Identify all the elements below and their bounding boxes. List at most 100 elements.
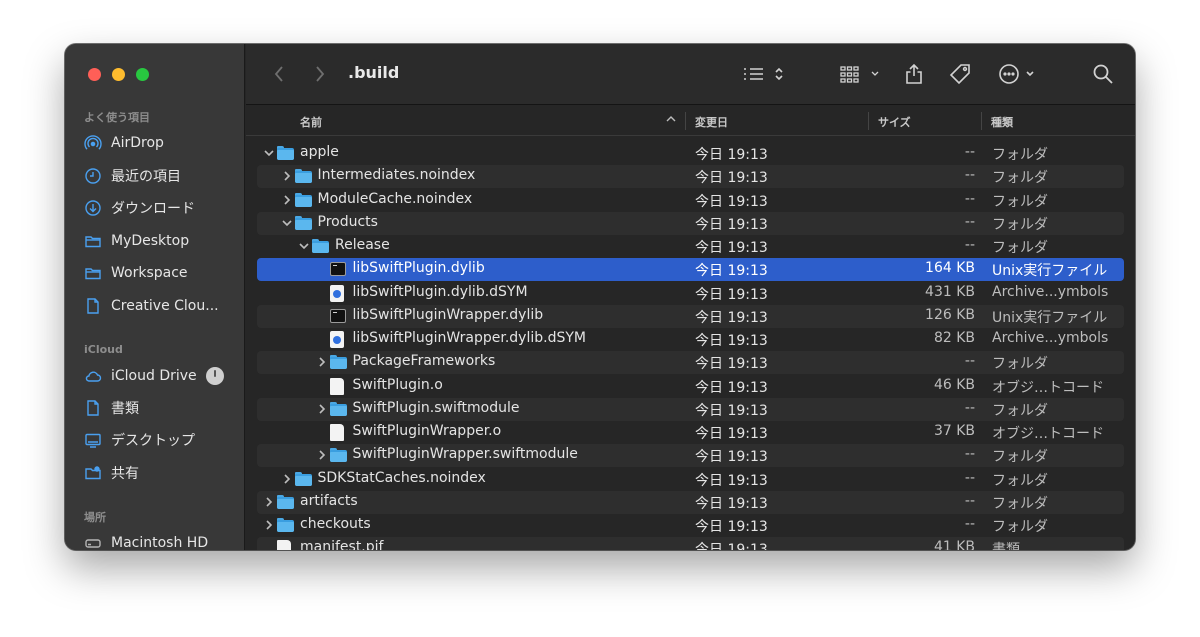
sidebar-item-shared[interactable]: 共有 — [84, 461, 236, 485]
sidebar-item-airdrop[interactable]: AirDrop — [84, 131, 236, 155]
table-row[interactable]: PackageFrameworks 今日 19:13 -- フォルダ — [257, 351, 1124, 374]
file-kind: フォルダ — [992, 217, 1048, 233]
table-row[interactable]: libSwiftPlugin.dylib.dSYM 今日 19:13 431 KB A… — [257, 282, 1124, 305]
file-name: SwiftPluginWrapper.o — [352, 423, 502, 439]
share-button[interactable] — [903, 60, 925, 88]
sidebar-item-downloads[interactable]: ダウンロード — [84, 196, 236, 220]
file-kind: オブジ…トコード — [992, 426, 1104, 442]
search-button[interactable] — [1091, 60, 1115, 88]
file-kind: Archive...ymbols — [992, 284, 1109, 300]
cloud-icon — [84, 367, 102, 385]
sidebar-item-label: MyDesktop — [111, 233, 190, 249]
table-row[interactable]: checkouts 今日 19:13 -- フォルダ — [257, 514, 1124, 537]
table-row[interactable]: ModuleCache.noindex 今日 19:13 -- フォルダ — [257, 189, 1124, 212]
file-name: SDKStatCaches.noindex — [317, 470, 486, 486]
file-name: ModuleCache.noindex — [317, 191, 473, 207]
sidebar-item-documents[interactable]: 書類 — [84, 396, 236, 420]
table-row[interactable]: manifest.pif 今日 19:13 41 KB 書類 — [257, 537, 1124, 550]
table-row[interactable]: SwiftPlugin.o 今日 19:13 46 KB オブジ…トコード — [257, 375, 1124, 398]
sidebar-item-label: デスクトップ — [111, 433, 195, 449]
file-name: SwiftPlugin.swiftmodule — [352, 400, 520, 416]
table-row[interactable]: artifacts 今日 19:13 -- フォルダ — [257, 491, 1124, 514]
file-kind: フォルダ — [992, 240, 1048, 256]
sidebar-item-icloud-drive[interactable]: iCloud Drive — [84, 364, 236, 388]
file-name: libSwiftPluginWrapper.dylib — [352, 307, 544, 323]
group-button[interactable] — [840, 60, 882, 88]
sidebar-item-mydesktop[interactable]: MyDesktop — [84, 229, 236, 253]
file-kind: フォルダ — [992, 170, 1048, 186]
column-name-header[interactable]: 名前 — [300, 114, 322, 130]
more-actions-button[interactable] — [998, 60, 1040, 88]
file-kind: Archive...ymbols — [992, 330, 1109, 346]
zoom-window-button[interactable] — [136, 68, 149, 81]
chevron-down-icon[interactable] — [281, 217, 293, 229]
sidebar-item-label: AirDrop — [111, 135, 164, 151]
sort-ascending-icon[interactable] — [666, 115, 676, 123]
file-name: artifacts — [300, 493, 358, 509]
close-window-button[interactable] — [88, 68, 101, 81]
chevron-right-icon[interactable] — [281, 170, 293, 182]
table-row[interactable]: Release 今日 19:13 -- フォルダ — [257, 235, 1124, 258]
chevron-down-icon[interactable] — [298, 240, 310, 252]
toolbar: .build — [246, 44, 1135, 105]
chevron-right-icon[interactable] — [316, 403, 328, 415]
column-divider[interactable] — [868, 112, 869, 130]
chevron-down-icon[interactable] — [263, 147, 275, 159]
file-size: -- — [964, 446, 975, 462]
shared-folder-icon — [84, 464, 102, 482]
column-kind-header[interactable]: 種類 — [991, 114, 1013, 130]
view-mode-button[interactable] — [743, 60, 787, 88]
sidebar-item-creative-cloud[interactable]: Creative Clou... — [84, 294, 236, 318]
sidebar-item-macintosh-hd[interactable]: Macintosh HD — [84, 531, 236, 550]
file-date: 今日 19:13 — [695, 194, 768, 210]
folder-icon — [277, 518, 294, 532]
column-size-header[interactable]: サイズ — [878, 114, 911, 130]
table-row[interactable]: Products 今日 19:13 -- フォルダ — [257, 212, 1124, 235]
chevron-right-icon[interactable] — [263, 519, 275, 531]
dsym-icon — [329, 285, 344, 302]
file-kind: オブジ…トコード — [992, 380, 1104, 396]
minimize-window-button[interactable] — [112, 68, 125, 81]
file-name: apple — [300, 144, 339, 160]
sidebar-item-recents[interactable]: 最近の項目 — [84, 164, 236, 188]
file-size: -- — [964, 167, 975, 183]
back-button[interactable] — [268, 60, 290, 88]
tag-button[interactable] — [948, 60, 974, 88]
table-row[interactable]: SwiftPluginWrapper.swiftmodule 今日 19:13 --… — [257, 444, 1124, 467]
file-size: -- — [964, 493, 975, 509]
file-name: PackageFrameworks — [352, 353, 496, 369]
list-view-icon — [744, 67, 783, 81]
folder-icon — [329, 355, 347, 369]
executable-icon — [329, 309, 346, 323]
file-size: -- — [964, 516, 975, 532]
table-row[interactable]: libSwiftPluginWrapper.dylib 今日 19:13 126 K… — [257, 305, 1124, 328]
table-row[interactable]: SwiftPlugin.swiftmodule 今日 19:13 -- フォルダ — [257, 398, 1124, 421]
forward-button[interactable] — [309, 60, 331, 88]
table-row[interactable]: libSwiftPlugin.dylib 今日 19:13 164 KB Unix実行… — [257, 258, 1124, 281]
table-row[interactable]: SwiftPluginWrapper.o 今日 19:13 37 KB オブジ…トコー… — [257, 421, 1124, 444]
sidebar-item-workspace[interactable]: Workspace — [84, 261, 236, 285]
table-row[interactable]: apple 今日 19:13 -- フォルダ — [257, 142, 1124, 165]
table-row[interactable]: libSwiftPluginWrapper.dylib.dSYM 今日 19:13… — [257, 328, 1124, 351]
column-date-header[interactable]: 変更日 — [695, 114, 728, 130]
file-name: Release — [335, 237, 390, 253]
column-divider[interactable] — [981, 112, 982, 130]
file-date: 今日 19:13 — [695, 426, 768, 442]
folder-icon — [329, 402, 347, 416]
chevron-right-icon[interactable] — [281, 194, 293, 206]
file-size: -- — [964, 214, 975, 230]
sync-progress-icon — [206, 367, 224, 385]
sidebar-item-label: 書類 — [111, 401, 139, 417]
file-size: -- — [964, 353, 975, 369]
file-size: -- — [964, 237, 975, 253]
chevron-right-icon[interactable] — [316, 449, 328, 461]
chevron-right-icon[interactable] — [281, 473, 293, 485]
chevron-right-icon[interactable] — [263, 496, 275, 508]
table-row[interactable]: SDKStatCaches.noindex 今日 19:13 -- フォルダ — [257, 468, 1124, 491]
file-kind: フォルダ — [992, 403, 1048, 419]
file-size: -- — [964, 470, 975, 486]
sidebar-item-desktop[interactable]: デスクトップ — [84, 428, 236, 452]
column-divider[interactable] — [685, 112, 686, 130]
chevron-right-icon[interactable] — [316, 356, 328, 368]
table-row[interactable]: Intermediates.noindex 今日 19:13 -- フォルダ — [257, 165, 1124, 188]
